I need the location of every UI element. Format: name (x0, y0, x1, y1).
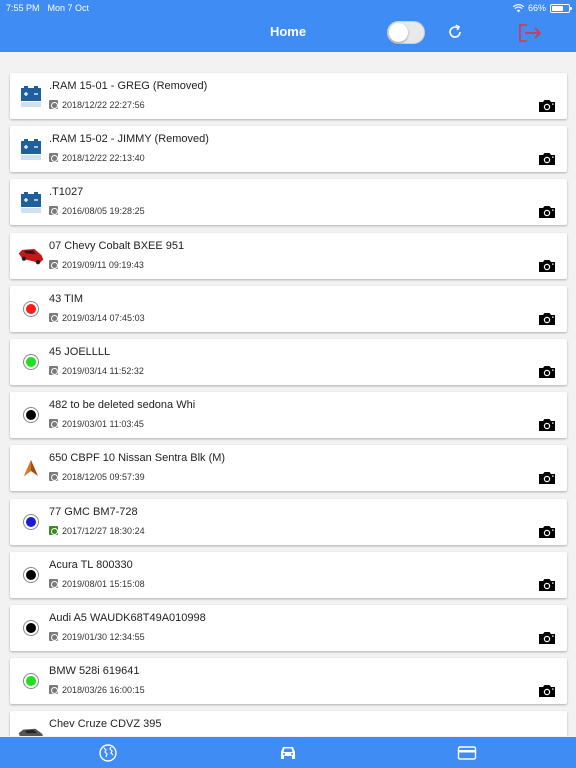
vehicle-timestamp: 2018/03/26 16:00:15 (62, 685, 145, 696)
vehicle-timestamp: 2017/12/27 18:30:24 (62, 525, 145, 536)
camera-icon[interactable] (538, 525, 556, 539)
gps-status-icon (49, 259, 58, 269)
vehicle-name: 07 Chevy Cobalt BXEE 951 (49, 239, 185, 252)
battery-icon (550, 3, 572, 13)
vehicle-row[interactable]: 650 CBPF 10 Nissan Sentra Blk (M) 2018/12… (10, 445, 567, 492)
globe-icon[interactable] (98, 743, 118, 763)
toggle-knob (389, 23, 408, 42)
green-dot-icon (17, 348, 45, 376)
vehicle-row[interactable]: 07 Chevy Cobalt BXEE 951 2019/09/11 09:19… (10, 232, 567, 279)
black-dot-icon (17, 401, 45, 429)
vehicle-row[interactable]: .T1027 2016/08/05 19:28:25 (10, 179, 567, 226)
vehicle-timestamp: 2016/08/05 19:28:25 (62, 206, 145, 217)
vehicle-timestamp: 2018/12/22 22:13:40 (62, 153, 145, 164)
vehicle-row[interactable]: 43 TIM 2019/03/14 07:45:03 (10, 285, 567, 332)
wifi-icon (512, 3, 524, 12)
gps-status-icon (49, 525, 58, 535)
car-icon[interactable] (278, 743, 298, 763)
vehicle-name: 77 GMC BM7-728 (49, 505, 138, 518)
nav-bar: Home (0, 16, 576, 52)
vehicle-timestamp: 2019/03/14 11:52:32 (62, 366, 144, 376)
gps-status-icon (49, 419, 58, 429)
arrow-icon (17, 454, 45, 482)
vehicle-timestamp: 2018/12/05 09:57:39 (62, 472, 145, 483)
vehicle-name: .RAM 15-01 - GREG (Removed) (49, 80, 208, 92)
camera-icon[interactable] (538, 631, 556, 645)
camera-icon[interactable] (538, 684, 556, 698)
gps-status-icon (49, 312, 58, 322)
vehicle-name: Chev Cruze CDVZ 395 (49, 718, 162, 731)
black-dot-icon (17, 614, 45, 642)
gps-status-icon (49, 366, 58, 375)
vehicle-timestamp: 2019/03/14 07:45:03 (62, 312, 145, 323)
vehicle-row[interactable]: .RAM 15-02 - JIMMY (Removed) 2018/12/22 2… (10, 126, 567, 173)
logout-icon[interactable] (517, 22, 543, 44)
view-toggle[interactable] (387, 21, 425, 44)
camera-icon[interactable] (538, 578, 556, 592)
page-title: Home (269, 24, 307, 39)
camera-icon[interactable] (538, 99, 556, 113)
vehicle-name: .RAM 15-02 - JIMMY (Removed) (49, 133, 209, 146)
vehicle-row[interactable]: 77 GMC BM7-728 2017/12/27 18:30:24 (10, 498, 567, 545)
tab-bar (0, 737, 576, 768)
vehicle-row[interactable]: Chev Cruze CDVZ 395 (10, 711, 567, 736)
battery-icon (17, 188, 45, 216)
gps-status-icon (49, 685, 58, 695)
red-car-icon (17, 242, 45, 270)
camera-icon[interactable] (538, 152, 556, 166)
vehicle-row[interactable]: 482 to be deleted sedona Whi 2019/03/01 1… (10, 392, 567, 439)
vehicle-list[interactable]: .RAM 15-01 - GREG (Removed) 2018/12/22 22… (0, 52, 576, 736)
gps-status-icon (49, 153, 58, 163)
credit-card-icon[interactable] (457, 743, 477, 763)
status-date: Mon 7 Oct (47, 3, 90, 13)
vehicle-name: .T1027 (49, 186, 84, 199)
vehicle-name: 482 to be deleted sedona Whi (49, 399, 196, 412)
vehicle-timestamp: 2018/12/22 22:27:56 (62, 100, 145, 110)
blue-dot-icon (17, 508, 45, 536)
refresh-icon[interactable] (445, 22, 465, 42)
green-dot-icon (17, 667, 45, 695)
camera-icon[interactable] (538, 205, 556, 219)
gps-status-icon (49, 100, 58, 109)
vehicle-timestamp: 2019/08/01 15:15:08 (62, 578, 145, 589)
red-dot-icon (17, 295, 45, 323)
black-dot-icon (17, 561, 45, 589)
status-time: 7:55 PM (6, 3, 40, 13)
battery-icon (17, 82, 45, 110)
battery-percent: 66% (527, 3, 546, 13)
vehicle-row[interactable]: Audi A5 WAUDK68T49A010998 2019/01/30 12:3… (10, 605, 567, 651)
vehicle-row[interactable]: BMW 528i 619641 2018/03/26 16:00:15 (10, 658, 567, 705)
vehicle-name: BMW 528i 619641 (49, 665, 140, 678)
gps-status-icon (49, 206, 58, 216)
camera-icon[interactable] (538, 365, 556, 379)
camera-icon[interactable] (538, 312, 556, 326)
gps-status-icon (49, 472, 58, 482)
vehicle-name: 43 TIM (49, 292, 84, 305)
vehicle-name: Audi A5 WAUDK68T49A010998 (49, 612, 206, 624)
gray-car-icon (17, 720, 45, 736)
camera-icon[interactable] (538, 259, 556, 273)
vehicle-name: 650 CBPF 10 Nissan Sentra Blk (M) (49, 452, 226, 465)
camera-icon[interactable] (538, 418, 556, 432)
status-right: 66% (512, 3, 572, 13)
vehicle-row[interactable]: Acura TL 800330 2019/08/01 15:15:08 (10, 551, 567, 598)
vehicle-row[interactable]: 45 JOELLLL 2019/03/14 11:52:32 (10, 339, 567, 385)
status-bar: 7:55 PM Mon 7 Oct 66% (0, 0, 576, 16)
battery-icon (17, 135, 45, 163)
vehicle-row[interactable]: .RAM 15-01 - GREG (Removed) 2018/12/22 22… (10, 73, 567, 119)
gps-status-icon (49, 578, 58, 588)
gps-status-icon (49, 632, 58, 641)
battery-fill (552, 5, 563, 11)
vehicle-name: 45 JOELLLL (49, 346, 111, 358)
vehicle-name: Acura TL 800330 (49, 558, 133, 571)
vehicle-timestamp: 2019/03/01 11:03:45 (62, 419, 144, 430)
vehicle-timestamp: 2019/09/11 09:19:43 (62, 259, 144, 270)
vehicle-timestamp: 2019/01/30 12:34:55 (62, 632, 145, 642)
camera-icon[interactable] (538, 471, 556, 485)
